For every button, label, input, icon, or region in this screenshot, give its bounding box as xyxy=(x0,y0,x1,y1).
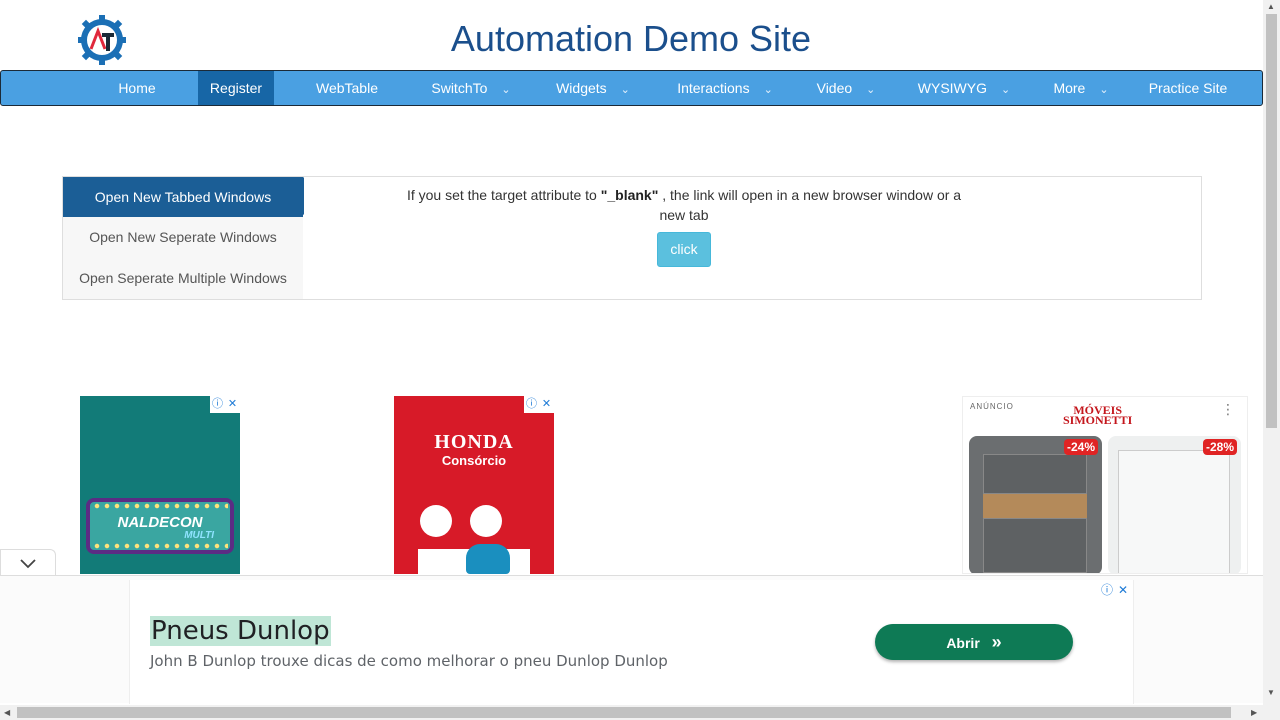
ad-choices: ⓘ ✕ xyxy=(1099,582,1131,598)
tab-open-seperate-multiple-windows[interactable]: Open Seperate Multiple Windows xyxy=(63,258,303,298)
ad-choices: ⓘ ✕ xyxy=(524,396,554,413)
double-chevron-right-icon: » xyxy=(991,632,1002,652)
scroll-left-icon[interactable]: ◀ xyxy=(4,708,10,717)
ad-label: ANÚNCIO xyxy=(970,402,1014,411)
main-navbar: Home Register WebTable SwitchTo ⌄ Widgets… xyxy=(0,70,1263,106)
product-card[interactable]: -24% xyxy=(969,436,1102,573)
scroll-down-icon[interactable]: ▼ xyxy=(1267,688,1275,697)
click-button[interactable]: click xyxy=(657,232,711,267)
anchor-ad-description: John B Dunlop trouxe dicas de como melho… xyxy=(150,652,668,670)
nav-video-label: Video xyxy=(816,80,853,96)
ad-decoration-circle xyxy=(470,505,502,537)
nav-switchto-label: SwitchTo xyxy=(431,80,488,96)
ad-brand: NALDECON xyxy=(117,514,203,531)
nav-wysiwyg-label: WYSIWYG xyxy=(917,80,987,96)
tab-label: Open New Seperate Windows xyxy=(89,229,277,245)
chevron-down-icon: ⌄ xyxy=(763,84,773,96)
nav-video[interactable]: Video ⌄ xyxy=(796,71,896,105)
anchor-ad-content[interactable]: ⓘ ✕ Pneus Dunlop John B Dunlop trouxe di… xyxy=(129,580,1134,704)
chevron-down-icon: ⌄ xyxy=(501,84,511,96)
nav-home-label: Home xyxy=(118,80,156,96)
nav-register[interactable]: Register xyxy=(198,71,274,105)
target-value: "_blank" xyxy=(600,187,659,203)
chevron-down-icon xyxy=(20,559,36,569)
ad-brand-line2: SIMONETTI xyxy=(1063,413,1133,427)
lights-decoration xyxy=(92,503,228,509)
description-text-after: , the link will open in a new browser wi… xyxy=(659,187,962,223)
tab-list: Open New Tabbed Windows Open New Seperat… xyxy=(63,177,325,299)
ad-honda[interactable]: ⓘ ✕ HONDA Consórcio xyxy=(394,396,554,574)
close-icon[interactable]: ✕ xyxy=(225,396,240,413)
motorcycle-image xyxy=(466,544,510,574)
horizontal-scroll-thumb[interactable] xyxy=(17,707,1231,718)
windows-tab-panel: Open New Tabbed Windows Open New Seperat… xyxy=(62,176,1202,300)
lights-decoration xyxy=(92,543,228,549)
ad-naldecon[interactable]: ⓘ ✕ NALDECON MULTI xyxy=(80,396,240,574)
site-title: Automation Demo Site xyxy=(450,18,812,59)
nav-more[interactable]: More ⌄ xyxy=(1031,71,1131,105)
horizontal-scrollbar[interactable]: ◀ ▶ xyxy=(0,705,1280,720)
info-icon[interactable]: ⓘ xyxy=(524,396,539,413)
nav-interactions-label: Interactions xyxy=(677,80,750,96)
chevron-down-icon: ⌄ xyxy=(1001,84,1011,96)
abrir-button[interactable]: Abrir » xyxy=(875,624,1073,660)
scroll-right-icon[interactable]: ▶ xyxy=(1251,708,1257,717)
discount-badge: -24% xyxy=(1063,439,1098,455)
abrir-label: Abrir xyxy=(946,635,980,651)
more-options-icon[interactable]: ⋮ xyxy=(1221,402,1235,416)
close-icon[interactable]: ✕ xyxy=(539,396,554,413)
info-icon[interactable]: ⓘ xyxy=(210,396,225,413)
cabinet-top xyxy=(983,454,1087,494)
ad-brand: MÓVEIS SIMONETTI xyxy=(1063,404,1133,427)
tab-description: If you set the target attribute to "_bla… xyxy=(394,185,974,225)
nav-practice-site[interactable]: Practice Site xyxy=(1133,71,1243,105)
nav-webtable-label: WebTable xyxy=(315,80,378,96)
wardrobe xyxy=(1118,450,1230,573)
nav-widgets[interactable]: Widgets ⌄ xyxy=(534,71,652,105)
nav-wysiwyg[interactable]: WYSIWYG ⌄ xyxy=(899,71,1029,105)
ad-sign: NALDECON MULTI xyxy=(86,498,234,554)
chevron-down-icon: ⌄ xyxy=(1099,84,1109,96)
ad-choices: ⓘ ✕ xyxy=(210,396,240,413)
vertical-scrollbar[interactable]: ▲ ▼ xyxy=(1263,0,1280,705)
cabinet-bottom xyxy=(983,518,1087,573)
nav-webtable[interactable]: WebTable xyxy=(287,71,407,105)
description-text: If you set the target attribute to xyxy=(406,187,597,203)
nav-widgets-label: Widgets xyxy=(556,80,607,96)
nav-switchto[interactable]: SwitchTo ⌄ xyxy=(411,71,531,105)
nav-interactions[interactable]: Interactions ⌄ xyxy=(657,71,793,105)
ad-brand: HONDA xyxy=(434,431,514,453)
scroll-up-icon[interactable]: ▲ xyxy=(1267,2,1275,11)
product-card[interactable]: -28% xyxy=(1108,436,1241,573)
info-icon[interactable]: ⓘ xyxy=(1099,582,1115,598)
tab-open-new-seperate-windows[interactable]: Open New Seperate Windows xyxy=(63,217,303,257)
ad-moveis-simonetti[interactable]: ANÚNCIO MÓVEIS SIMONETTI ⋮ -24% -28% xyxy=(962,396,1248,574)
discount-badge: -28% xyxy=(1202,439,1237,455)
ad-sub: Consórcio xyxy=(441,453,507,468)
ad-sub: MULTI xyxy=(184,530,214,541)
nav-more-label: More xyxy=(1053,80,1086,96)
cabinet-shelf xyxy=(983,494,1087,518)
collapse-ad-button[interactable] xyxy=(0,549,56,577)
ad-decoration-circle xyxy=(420,505,452,537)
chevron-down-icon: ⌄ xyxy=(620,84,630,96)
anchor-ad-title[interactable]: Pneus Dunlop xyxy=(150,616,331,646)
chevron-down-icon: ⌄ xyxy=(866,84,876,96)
anchor-ad: ⓘ ✕ Pneus Dunlop John B Dunlop trouxe di… xyxy=(0,575,1263,704)
nav-register-label: Register xyxy=(209,80,263,96)
tab-label: Open Seperate Multiple Windows xyxy=(79,270,287,286)
tab-label: Open New Tabbed Windows xyxy=(94,189,272,205)
close-icon[interactable]: ✕ xyxy=(1115,582,1131,598)
tab-content: If you set the target attribute to "_bla… xyxy=(304,177,1201,299)
nav-home[interactable]: Home xyxy=(89,71,185,105)
nav-practice-site-label: Practice Site xyxy=(1148,80,1228,96)
vertical-scroll-thumb[interactable] xyxy=(1266,14,1277,428)
tab-open-new-tabbed-windows[interactable]: Open New Tabbed Windows xyxy=(63,177,303,217)
